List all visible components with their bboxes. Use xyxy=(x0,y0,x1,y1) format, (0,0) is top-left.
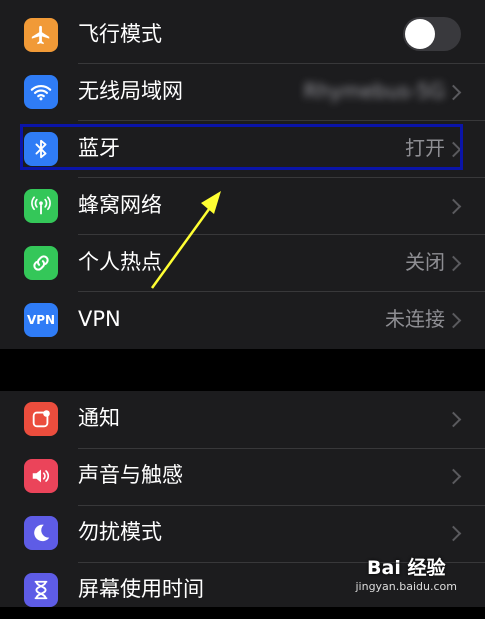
bluetooth-highlight-box xyxy=(20,124,463,170)
vpn-row[interactable]: VPN VPN 未连接 xyxy=(0,291,485,348)
hotspot-label: 个人热点 xyxy=(78,250,162,274)
vpn-icon-text: VPN xyxy=(26,313,56,327)
airplane-mode-label: 飞行模式 xyxy=(78,22,162,46)
notifications-label: 通知 xyxy=(78,406,120,430)
cellular-icon xyxy=(24,189,58,223)
watermark-logo-text: Bai 经验 xyxy=(367,557,446,579)
toggle-knob xyxy=(405,19,435,49)
chevron-right-icon xyxy=(445,198,462,215)
moon-icon xyxy=(24,516,58,550)
airplane-mode-row[interactable]: 飞行模式 xyxy=(0,6,485,63)
wlan-network-name: Rhymebus-5G xyxy=(303,79,445,103)
hotspot-row[interactable]: 个人热点 关闭 xyxy=(0,234,485,291)
chevron-right-icon xyxy=(445,255,462,272)
chevron-right-icon xyxy=(445,84,462,101)
sounds-row[interactable]: 声音与触感 xyxy=(0,448,485,505)
sounds-label: 声音与触感 xyxy=(78,463,183,487)
chevron-right-icon xyxy=(445,468,462,485)
chevron-right-icon xyxy=(445,411,462,428)
baidu-watermark: Bai 经验 jingyan.baidu.com xyxy=(355,553,457,593)
screen-time-label: 屏幕使用时间 xyxy=(78,577,204,601)
notifications-row[interactable]: 通知 xyxy=(0,391,485,448)
wifi-icon xyxy=(24,75,58,109)
cellular-label: 蜂窝网络 xyxy=(78,193,162,217)
chevron-right-icon xyxy=(445,525,462,542)
cellular-row[interactable]: 蜂窝网络 xyxy=(0,177,485,234)
wlan-row[interactable]: 无线局域网 Rhymebus-5G xyxy=(0,63,485,120)
connectivity-group: 飞行模式 无线局域网 Rhymebus-5G 蓝牙 打开 蜂窝网络 个人热点 关… xyxy=(0,0,485,349)
airplane-icon xyxy=(24,18,58,52)
hourglass-icon xyxy=(24,573,58,607)
vpn-label: VPN xyxy=(78,307,121,331)
speaker-icon xyxy=(24,459,58,493)
notification-icon xyxy=(24,402,58,436)
chevron-right-icon xyxy=(445,312,462,329)
hotspot-status: 关闭 xyxy=(405,250,445,274)
wlan-label: 无线局域网 xyxy=(78,79,183,103)
hotspot-icon xyxy=(24,246,58,280)
dnd-label: 勿扰模式 xyxy=(78,520,162,544)
vpn-icon: VPN xyxy=(24,303,58,337)
vpn-status: 未连接 xyxy=(385,307,445,331)
airplane-mode-toggle[interactable] xyxy=(403,17,461,51)
watermark-url: jingyan.baidu.com xyxy=(355,580,457,593)
